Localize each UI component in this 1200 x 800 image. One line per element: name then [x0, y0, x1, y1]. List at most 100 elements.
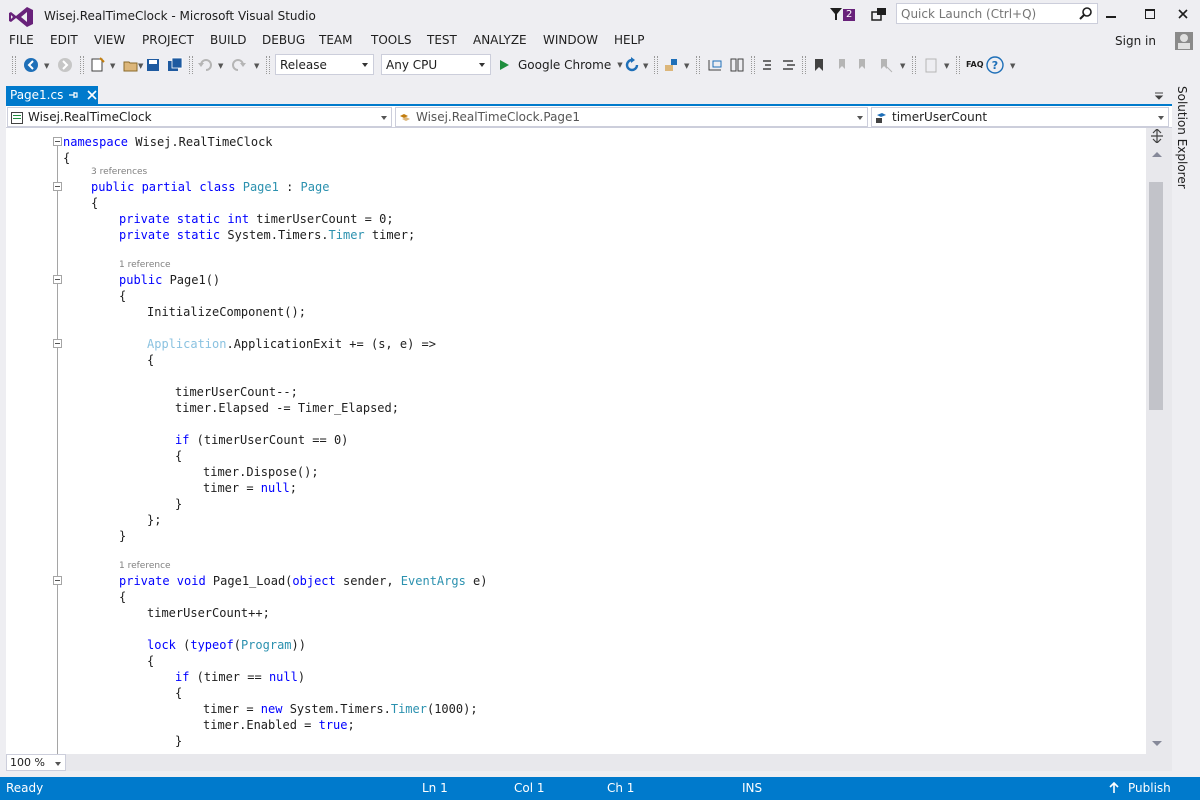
chevron-down-icon[interactable]: ▼ [617, 61, 622, 69]
account-avatar-icon[interactable] [1175, 32, 1193, 50]
type-dropdown[interactable]: Wisej.RealTimeClock.Page1 [395, 107, 868, 127]
solution-configuration-dropdown[interactable]: Release [275, 54, 374, 75]
sign-in-link[interactable]: Sign in [1115, 34, 1156, 48]
redo-icon[interactable] [230, 56, 248, 74]
chevron-down-icon[interactable]: ▼ [944, 62, 949, 70]
chevron-down-icon[interactable]: ▼ [643, 62, 648, 70]
undo-icon[interactable] [196, 56, 214, 74]
toolbar-grip[interactable] [12, 56, 16, 74]
run-target-label: Google Chrome [518, 58, 612, 72]
quick-launch-box[interactable] [896, 3, 1098, 24]
chevron-down-icon[interactable]: ▼ [254, 62, 259, 70]
zoom-dropdown[interactable]: 100 % [6, 754, 66, 771]
collapse-class-toggle[interactable] [53, 182, 62, 191]
status-bar: Ready Ln 1 Col 1 Ch 1 INS Publish [0, 777, 1200, 800]
start-debugging-button[interactable]: Google Chrome ▼ [498, 56, 623, 74]
navigate-back-icon[interactable] [22, 56, 40, 74]
code-editor[interactable]: namespace Wisej.RealTimeClock { 3 refere… [6, 128, 1146, 754]
menu-test[interactable]: TEST [427, 33, 457, 47]
publish-arrow-icon[interactable] [1108, 782, 1120, 794]
close-button[interactable] [1166, 2, 1200, 26]
collapse-namespace-toggle[interactable] [53, 137, 62, 146]
menu-window[interactable]: WINDOW [543, 33, 598, 47]
step-into-icon[interactable] [706, 56, 724, 74]
menu-view[interactable]: VIEW [94, 33, 125, 47]
minimize-button[interactable] [1094, 2, 1128, 26]
menu-analyze[interactable]: ANALYZE [473, 33, 527, 47]
chevron-down-icon[interactable]: ▼ [900, 62, 905, 70]
menu-project[interactable]: PROJECT [142, 33, 194, 47]
scrollbar-thumb[interactable] [1149, 182, 1163, 410]
collapse-lambda-toggle[interactable] [53, 339, 62, 348]
collapse-constructor-toggle[interactable] [53, 275, 62, 284]
code-line: { [119, 289, 127, 303]
menu-debug[interactable]: DEBUG [262, 33, 305, 47]
outlining-guide [57, 144, 58, 754]
code-text: Page1() [162, 273, 221, 287]
step-over-icon[interactable] [728, 56, 746, 74]
code-text: timer; [364, 228, 416, 242]
indicator-margin[interactable] [6, 128, 24, 754]
chevron-down-icon[interactable]: ▼ [684, 62, 689, 70]
menu-help[interactable]: HELP [614, 33, 645, 47]
chevron-down-icon [55, 762, 61, 766]
code-line: timer.Enabled = true; [203, 717, 355, 733]
chevron-down-icon[interactable]: ▼ [138, 62, 143, 70]
quick-launch-input[interactable] [897, 4, 1073, 23]
split-window-icon[interactable] [1150, 129, 1164, 143]
code-text: e) [465, 574, 488, 588]
new-project-icon[interactable] [88, 56, 106, 74]
solution-platform-dropdown[interactable]: Any CPU [381, 54, 491, 75]
save-all-icon[interactable] [166, 56, 184, 74]
chevron-down-icon[interactable]: ▼ [218, 62, 223, 70]
horizontal-scrollbar[interactable]: 100 % [6, 754, 1172, 771]
menu-file[interactable]: FILE [9, 33, 34, 47]
help-icon[interactable]: ? [986, 56, 1004, 74]
search-icon[interactable] [1078, 6, 1093, 21]
scroll-down-arrow[interactable] [1152, 741, 1162, 746]
chevron-down-icon[interactable]: ▼ [110, 62, 115, 70]
menu-build[interactable]: BUILD [210, 33, 246, 47]
previous-bookmark-icon[interactable] [832, 56, 850, 74]
codelens-references[interactable]: 1 reference [119, 260, 171, 272]
uncomment-icon[interactable] [780, 56, 798, 74]
menu-tools[interactable]: TOOLS [371, 33, 412, 47]
clipboard-icon[interactable] [922, 56, 940, 74]
faq-button[interactable]: FAQ [966, 60, 984, 69]
chevron-down-icon [857, 116, 863, 120]
notification-count-badge[interactable]: 2 [843, 9, 856, 21]
solution-explorer-label[interactable]: Solution Explorer [1175, 86, 1189, 189]
notifications-flag-icon[interactable] [829, 6, 843, 22]
save-icon[interactable] [144, 56, 162, 74]
tab-overflow-icon[interactable] [1154, 92, 1164, 100]
close-icon[interactable] [86, 89, 98, 101]
toolbar-separator [696, 56, 700, 74]
find-in-files-icon[interactable] [662, 56, 680, 74]
code-line: private void Page1_Load(object sender, E… [119, 573, 488, 589]
scroll-up-arrow[interactable] [1152, 152, 1162, 157]
code-line: timer.Elapsed -= Timer_Elapsed; [175, 400, 399, 416]
feedback-icon[interactable] [871, 6, 887, 22]
collapse-load-method-toggle[interactable] [53, 576, 62, 585]
codelens-references[interactable]: 1 reference [119, 561, 171, 573]
comment-out-icon[interactable] [758, 56, 776, 74]
navigate-forward-icon[interactable] [56, 56, 74, 74]
maximize-button[interactable] [1133, 2, 1167, 26]
menu-edit[interactable]: EDIT [50, 33, 78, 47]
refresh-icon[interactable] [623, 56, 641, 74]
pin-icon[interactable] [68, 90, 78, 100]
type-name: Page1 [242, 180, 279, 194]
code-line: if (timer == null) [175, 669, 305, 685]
chevron-down-icon[interactable]: ▼ [1010, 62, 1015, 70]
publish-button[interactable]: Publish [1128, 781, 1171, 795]
member-dropdown[interactable]: timerUserCount [871, 107, 1169, 127]
clear-bookmarks-icon[interactable] [876, 56, 894, 74]
code-line: } [175, 734, 183, 748]
chevron-down-icon[interactable]: ▼ [44, 62, 49, 70]
codelens-references[interactable]: 3 references [91, 167, 147, 179]
next-bookmark-icon[interactable] [854, 56, 872, 74]
tab-page1-cs[interactable]: Page1.cs [6, 86, 98, 105]
bookmark-icon[interactable] [810, 56, 828, 74]
menu-team[interactable]: TEAM [319, 33, 352, 47]
project-dropdown[interactable]: Wisej.RealTimeClock [7, 107, 392, 127]
